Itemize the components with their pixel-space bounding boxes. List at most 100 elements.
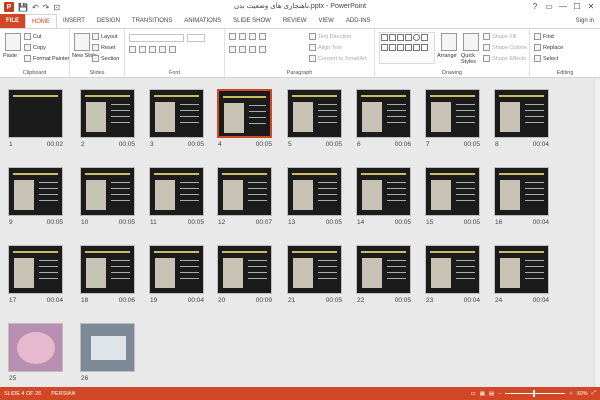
bold-icon[interactable]: [129, 46, 136, 53]
shape-effects-button[interactable]: Shape Effects: [483, 55, 526, 62]
shape-outline-button[interactable]: Shape Outline: [483, 44, 527, 51]
text-direction-button[interactable]: Text Direction: [309, 33, 351, 40]
underline-icon[interactable]: [149, 46, 156, 53]
slide-thumbnail[interactable]: 24 00:04: [494, 245, 549, 304]
quick-styles-icon[interactable]: [463, 33, 479, 51]
section-button[interactable]: Section: [92, 55, 119, 62]
curve-shape-icon[interactable]: [420, 43, 428, 51]
align-text-button[interactable]: Align Text: [309, 44, 342, 51]
minimize-icon[interactable]: —: [556, 0, 570, 13]
find-button[interactable]: Find: [534, 33, 554, 40]
vertical-scrollbar[interactable]: [594, 79, 600, 387]
align-left-icon[interactable]: [229, 46, 236, 53]
reading-view-icon[interactable]: ▤: [489, 391, 494, 397]
slide-thumbnail[interactable]: 14 00:05: [356, 167, 411, 226]
replace-button[interactable]: Replace: [534, 44, 563, 51]
slide-thumbnail[interactable]: 15 00:05: [425, 167, 480, 226]
slide-thumbnail[interactable]: 21 00:05: [287, 245, 342, 304]
arrow-shape-icon[interactable]: [388, 43, 396, 51]
shape-fill-button[interactable]: Shape Fill: [483, 33, 516, 40]
slide-thumbnail[interactable]: 17 00:04: [8, 245, 63, 304]
indent-icon[interactable]: [249, 33, 256, 40]
slide-thumbnail[interactable]: 22 00:05: [356, 245, 411, 304]
callout-shape-icon[interactable]: [412, 43, 420, 51]
slide-thumbnail[interactable]: 8 00:04: [494, 89, 549, 148]
tab-file[interactable]: FILE: [0, 14, 25, 28]
slide-thumbnail[interactable]: 6 00:06: [356, 89, 411, 148]
format-painter-button[interactable]: Format Painter: [24, 55, 69, 62]
bracket-shape-icon[interactable]: [396, 43, 404, 51]
help-icon[interactable]: ?: [528, 0, 542, 13]
zoom-slider-knob[interactable]: [533, 390, 536, 397]
numbering-icon[interactable]: [239, 33, 246, 40]
tab-slide-show[interactable]: SLIDE SHOW: [227, 14, 277, 28]
slide-thumbnail[interactable]: 2 00:05: [80, 89, 135, 148]
cut-button[interactable]: Cut: [24, 33, 42, 40]
maximize-icon[interactable]: ☐: [570, 0, 584, 13]
tab-design[interactable]: DESIGN: [91, 14, 126, 28]
quick-styles-button[interactable]: Quick Styles: [461, 53, 483, 65]
slide-thumbnail[interactable]: 11 00:05: [149, 167, 204, 226]
font-size-combo[interactable]: [187, 34, 205, 42]
align-right-icon[interactable]: [249, 46, 256, 53]
rectangle-shape-icon[interactable]: [396, 33, 404, 41]
tab-insert[interactable]: INSERT: [57, 14, 91, 28]
tab-view[interactable]: VIEW: [313, 14, 340, 28]
tab-animations[interactable]: ANIMATIONS: [178, 14, 227, 28]
star-shape-icon[interactable]: [404, 43, 412, 51]
slide-thumbnail[interactable]: 19 00:04: [149, 245, 204, 304]
slide-sorter-view-icon[interactable]: ▦: [480, 391, 485, 397]
layout-button[interactable]: Layout: [92, 33, 118, 40]
arrow-shape-icon[interactable]: [380, 43, 388, 51]
slide-thumbnail[interactable]: 5 00:05: [287, 89, 342, 148]
slide-thumbnail[interactable]: 25: [8, 323, 63, 382]
paste-icon[interactable]: [5, 33, 21, 51]
sign-in-link[interactable]: Sign in: [576, 14, 594, 28]
slide-thumbnail[interactable]: 23 00:04: [425, 245, 480, 304]
zoom-in-icon[interactable]: +: [569, 391, 572, 397]
fit-to-window-icon[interactable]: ⤢: [592, 390, 596, 397]
slide-thumbnail[interactable]: 18 00:06: [80, 245, 135, 304]
copy-button[interactable]: Copy: [24, 44, 46, 51]
slide-thumbnail[interactable]: 4 00:05: [217, 89, 272, 148]
font-color-icon[interactable]: [169, 46, 176, 53]
line-shape-icon[interactable]: [380, 33, 388, 41]
zoom-level[interactable]: 50%: [577, 391, 588, 397]
align-center-icon[interactable]: [239, 46, 246, 53]
slide-thumbnail[interactable]: 1 00:02: [8, 89, 63, 148]
tab-home[interactable]: HOME: [25, 14, 57, 28]
tab-add-ins[interactable]: ADD-INS: [340, 14, 377, 28]
language-indicator[interactable]: PERSIAN: [51, 391, 75, 397]
slide-thumbnail[interactable]: 26: [80, 323, 135, 382]
ribbon-display-icon[interactable]: ▭: [542, 0, 556, 13]
reset-button[interactable]: Reset: [92, 44, 115, 51]
tab-transitions[interactable]: TRANSITIONS: [126, 14, 178, 28]
zoom-slider[interactable]: [505, 390, 566, 397]
close-icon[interactable]: ✕: [584, 0, 598, 13]
oval-shape-icon[interactable]: [412, 33, 420, 41]
triangle-shape-icon[interactable]: [420, 33, 428, 41]
zoom-out-icon[interactable]: −: [498, 391, 501, 397]
line-shape-icon[interactable]: [388, 33, 396, 41]
slide-thumbnail[interactable]: 12 00:07: [217, 167, 272, 226]
slide-thumbnail[interactable]: 7 00:05: [425, 89, 480, 148]
bullets-icon[interactable]: [229, 33, 236, 40]
strikethrough-icon[interactable]: [159, 46, 166, 53]
slide-thumbnail[interactable]: 3 00:05: [149, 89, 204, 148]
shapes-gallery[interactable]: [379, 32, 435, 64]
normal-view-icon[interactable]: ▭: [471, 391, 476, 397]
tab-review[interactable]: REVIEW: [277, 14, 313, 28]
select-button[interactable]: Select: [534, 55, 558, 62]
line-spacing-icon[interactable]: [259, 33, 266, 40]
slide-thumbnail[interactable]: 13 00:05: [287, 167, 342, 226]
new-slide-icon[interactable]: [74, 33, 90, 51]
rectangle-shape-icon[interactable]: [404, 33, 412, 41]
convert-smartart-button[interactable]: Convert to SmartArt: [309, 55, 367, 62]
paste-button[interactable]: Paste: [3, 53, 17, 59]
slide-thumbnail[interactable]: 9 00:05: [8, 167, 63, 226]
slide-thumbnail[interactable]: 20 00:09: [217, 245, 272, 304]
slide-thumbnail[interactable]: 10 00:05: [80, 167, 135, 226]
arrange-icon[interactable]: [441, 33, 457, 51]
arrange-button[interactable]: Arrange: [437, 53, 457, 59]
slide-sorter[interactable]: 1 00:02 2 00:05 3 00:05 4 00:05 5 00:05 6 00:06 7 00:…: [0, 79, 594, 387]
